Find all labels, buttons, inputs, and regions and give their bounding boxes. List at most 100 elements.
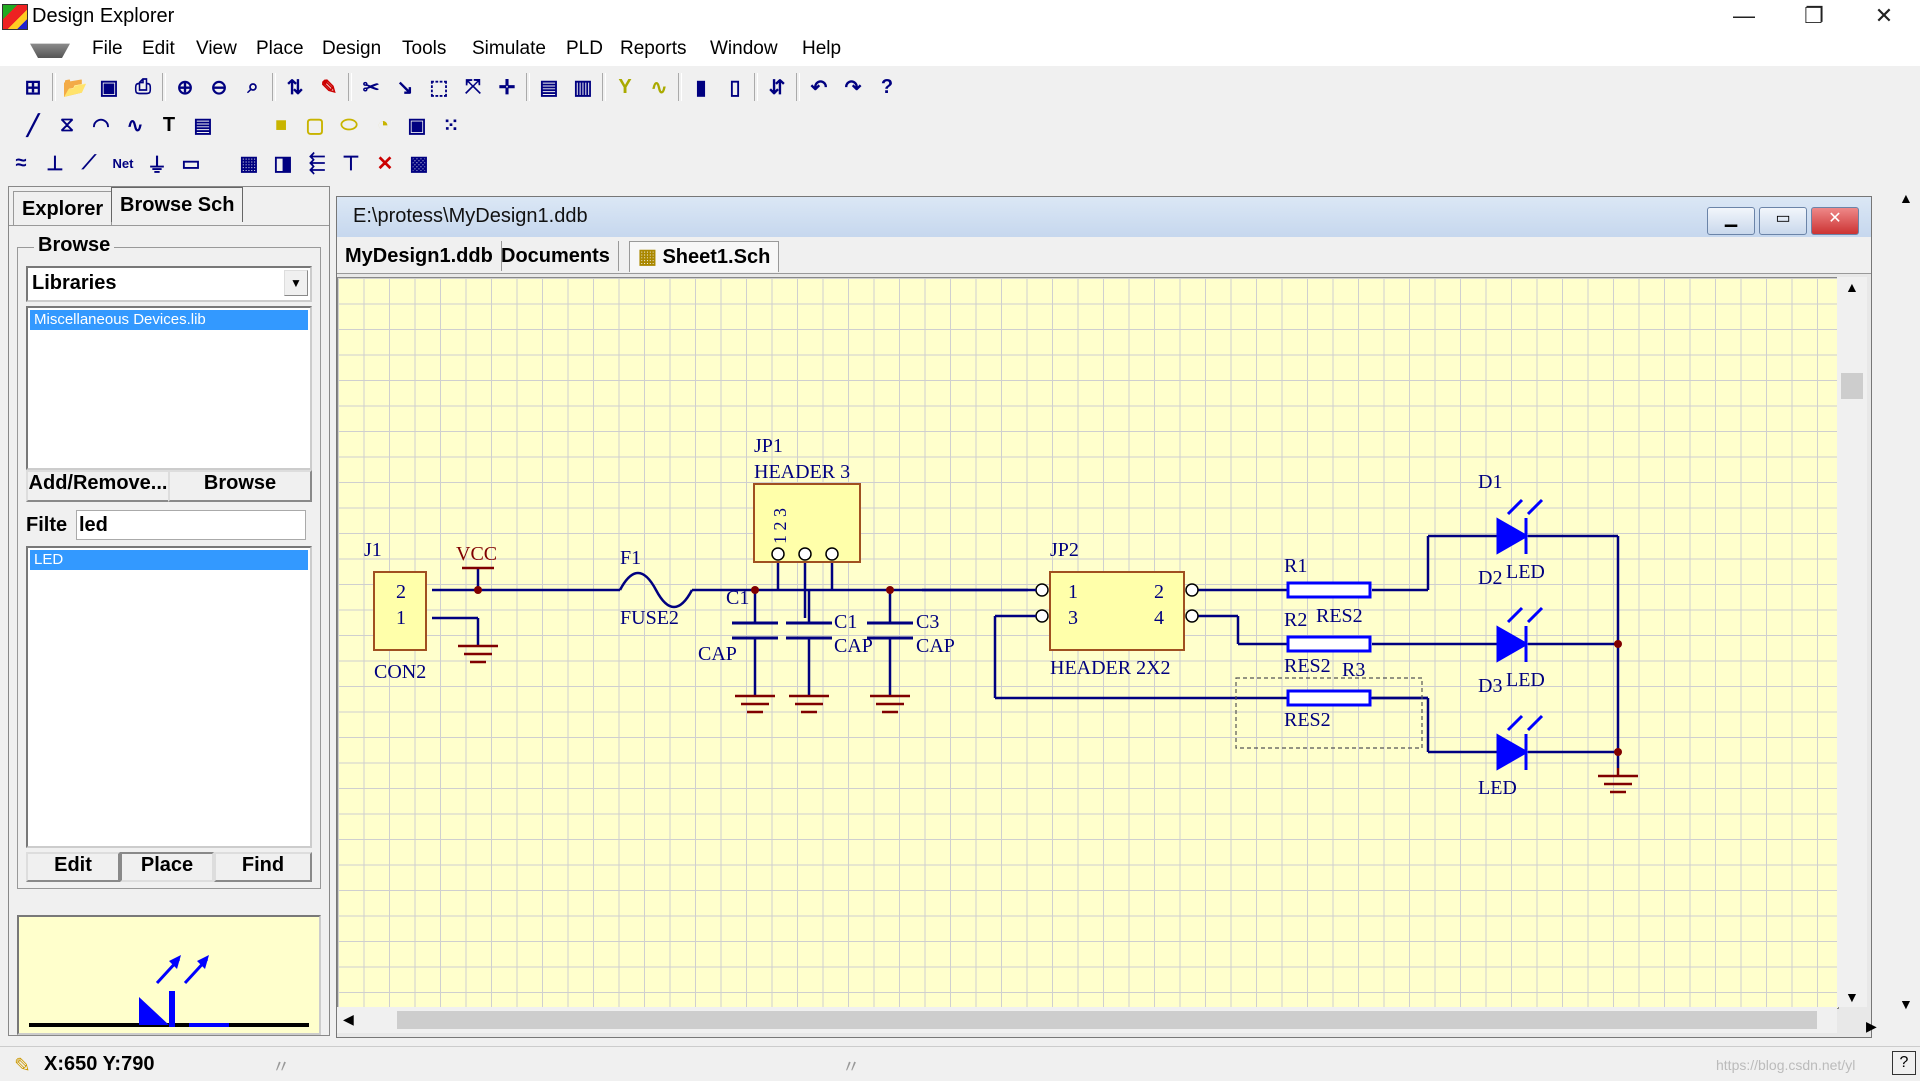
library-item[interactable]: Miscellaneous Devices.lib — [30, 310, 308, 330]
paste-icon[interactable]: ↘ — [390, 72, 420, 102]
outer-vertical-scrollbar[interactable]: ▲ ▼ — [1892, 186, 1920, 1012]
menu-help[interactable]: Help — [798, 38, 845, 60]
line-icon[interactable]: ╱ — [18, 110, 48, 140]
menu-view[interactable]: View — [192, 38, 241, 60]
doc-close-button[interactable]: ✕ — [1811, 207, 1859, 235]
menu-simulate[interactable]: Simulate — [468, 38, 550, 60]
arc-icon[interactable]: ◠ — [86, 110, 116, 140]
round-rect-icon[interactable]: ▢ — [300, 110, 330, 140]
graphic-icon[interactable]: ▣ — [402, 110, 432, 140]
menu-reports[interactable]: Reports — [616, 38, 691, 60]
browse-select[interactable]: Libraries ▼ — [26, 266, 312, 302]
design-tree-icon[interactable]: ⊞ — [18, 72, 48, 102]
junction-icon[interactable]: ⊤ — [336, 148, 366, 178]
schematic-canvas[interactable]: J1 2 1 CON2 VCC F1 FUSE2 JP1 HEADER 3 1 … — [337, 277, 1839, 1009]
ellipse-icon[interactable]: ⬭ — [334, 110, 364, 140]
bus-icon[interactable]: ⊥ — [40, 148, 70, 178]
edit-button[interactable]: Edit — [26, 852, 120, 882]
undo-icon[interactable]: ↶ — [804, 72, 834, 102]
sheet-symbol-icon[interactable]: ▦ — [234, 148, 264, 178]
scroll-up-icon[interactable]: ▲ — [1845, 279, 1859, 295]
canvas-horizontal-scrollbar[interactable]: ◀ — [337, 1007, 1837, 1033]
wire-tool-icon[interactable]: Y — [610, 72, 640, 102]
canvas-vertical-scrollbar[interactable]: ▲ ▼ — [1837, 277, 1867, 1007]
system-menu-icon[interactable] — [30, 43, 70, 58]
close-button[interactable]: ✕ — [1850, 0, 1918, 34]
select-area-icon[interactable]: ⬚ — [424, 72, 454, 102]
menu-file[interactable]: File — [88, 38, 127, 60]
place-button[interactable]: Place — [120, 852, 214, 882]
scroll-right-icon[interactable]: ▶ — [1866, 1018, 1877, 1035]
rectangle-icon[interactable]: ■ — [266, 110, 296, 140]
component-list[interactable]: LED — [26, 546, 312, 848]
signal-icon[interactable]: ∿ — [644, 72, 674, 102]
junction — [474, 586, 482, 594]
netlabel-icon[interactable]: Net — [108, 148, 138, 178]
move-icon[interactable]: ✛ — [492, 72, 522, 102]
wire-icon[interactable]: ≈ — [6, 148, 36, 178]
cut-icon[interactable]: ✂ — [356, 72, 386, 102]
doc-restore-button[interactable]: ▭ — [1759, 207, 1807, 235]
bezier-icon[interactable]: ∿ — [120, 110, 150, 140]
menu-tools[interactable]: Tools — [398, 38, 450, 60]
scroll-down-icon[interactable]: ▼ — [1899, 996, 1913, 1012]
minimize-button[interactable]: — — [1710, 0, 1778, 34]
part-icon[interactable]: ▭ — [176, 148, 206, 178]
power-port-icon[interactable]: ⏚ — [142, 148, 172, 178]
scroll-down-icon[interactable]: ▼ — [1845, 989, 1859, 1005]
zoom-fit-icon[interactable]: ⌕ — [238, 72, 268, 102]
polygon-icon[interactable]: ⧖ — [52, 110, 82, 140]
tab-sheet1[interactable]: ▦ Sheet1.Sch — [629, 241, 780, 272]
hscroll-thumb[interactable] — [397, 1011, 1817, 1029]
textframe-icon[interactable]: ▤ — [188, 110, 218, 140]
component-item[interactable]: LED — [30, 550, 308, 570]
menu-edit[interactable]: Edit — [138, 38, 179, 60]
scroll-thumb[interactable] — [1841, 373, 1863, 399]
separator — [526, 73, 530, 101]
bus-entry-icon[interactable]: ⟋ — [74, 148, 104, 178]
hierarchy-icon[interactable]: ⇅ — [280, 72, 310, 102]
tab-browse-sch[interactable]: Browse Sch — [111, 187, 244, 222]
deselect-icon[interactable]: ⤧ — [458, 72, 488, 102]
pld-icon[interactable]: ▯ — [720, 72, 750, 102]
doc-minimize-button[interactable]: ▁ — [1707, 207, 1755, 235]
port-icon[interactable]: ⬱ — [302, 148, 332, 178]
menu-design[interactable]: Design — [318, 38, 385, 60]
add-remove-button[interactable]: Add/Remove... — [26, 470, 170, 502]
print-icon[interactable]: ⎙ — [128, 72, 158, 102]
open-folder-icon[interactable]: 📂 — [60, 72, 90, 102]
scroll-left-icon[interactable]: ◀ — [343, 1011, 354, 1028]
tab-mydesign[interactable]: MyDesign1.ddb — [337, 241, 502, 271]
find-button[interactable]: Find — [214, 852, 312, 882]
pcb-layout-icon[interactable]: ▩ — [404, 148, 434, 178]
no-erc-icon[interactable]: ✕ — [370, 148, 400, 178]
restore-button[interactable]: ❐ — [1780, 0, 1848, 34]
zoom-out-icon[interactable]: ⊖ — [204, 72, 234, 102]
redo-icon[interactable]: ↷ — [838, 72, 868, 102]
menu-place[interactable]: Place — [252, 38, 308, 60]
tab-explorer[interactable]: Explorer — [13, 191, 113, 226]
chevron-down-icon[interactable]: ▼ — [284, 270, 308, 296]
library-list[interactable]: Miscellaneous Devices.lib — [26, 306, 312, 470]
browse-lib-icon[interactable]: ▥ — [568, 72, 598, 102]
filter-input[interactable]: led — [76, 510, 306, 540]
jp2-pin2: 2 — [1154, 581, 1164, 603]
zoom-in-icon[interactable]: ⊕ — [170, 72, 200, 102]
browse-button[interactable]: Browse — [168, 470, 312, 502]
scroll-up-icon[interactable]: ▲ — [1899, 190, 1913, 206]
simulate-icon[interactable]: ▮ — [686, 72, 716, 102]
probe-icon[interactable]: ✎ — [314, 72, 344, 102]
tab-documents[interactable]: Documents — [493, 241, 619, 271]
library-icon[interactable]: ▤ — [534, 72, 564, 102]
sheet-entry-icon[interactable]: ◨ — [268, 148, 298, 178]
c1a-type: CAP — [698, 643, 737, 665]
save-icon[interactable]: ▣ — [94, 72, 124, 102]
text-icon[interactable]: T — [154, 110, 184, 140]
menu-window[interactable]: Window — [706, 38, 782, 60]
sort-icon[interactable]: ⇵ — [762, 72, 792, 102]
help-icon[interactable]: ? — [872, 72, 902, 102]
menu-pld[interactable]: PLD — [562, 38, 607, 60]
array-icon[interactable]: ⁙ — [436, 110, 466, 140]
pie-icon[interactable]: ◔ — [368, 110, 398, 140]
help-icon[interactable]: ? — [1892, 1051, 1916, 1075]
